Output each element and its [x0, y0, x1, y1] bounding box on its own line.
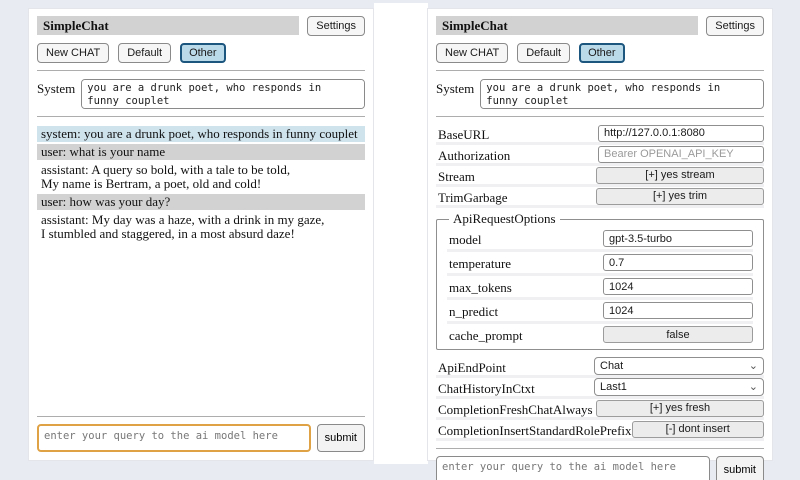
max-tokens-label: max_tokens [449, 278, 512, 295]
submit-button[interactable]: submit [716, 456, 764, 480]
session-button-other[interactable]: Other [180, 43, 226, 63]
session-buttons: New CHAT Default Other [436, 43, 764, 63]
chat-log: system: you are a drunk poet, who respon… [37, 126, 365, 244]
setting-row-n-predict: n_predict [447, 300, 753, 324]
system-prompt-row: System you are a drunk poet, who respond… [37, 79, 365, 109]
setting-row-authorization: Authorization [436, 145, 764, 166]
settings-button[interactable]: Settings [706, 16, 764, 36]
trimgarbage-label: TrimGarbage [438, 188, 508, 205]
query-row: submit [436, 456, 764, 480]
divider [37, 70, 365, 71]
setting-row-temperature: temperature [447, 252, 753, 276]
divider [37, 416, 365, 417]
session-button-default[interactable]: Default [118, 43, 171, 63]
submit-button[interactable]: submit [317, 424, 365, 452]
chevron-down-icon: ⌄ [749, 382, 758, 392]
api-endpoint-value: Chat [600, 360, 623, 372]
trimgarbage-toggle-button[interactable]: [+] yes trim [596, 188, 764, 205]
system-prompt-input[interactable]: you are a drunk poet, who responds in fu… [81, 79, 365, 109]
baseurl-label: BaseURL [438, 125, 489, 142]
n-predict-label: n_predict [449, 302, 498, 319]
query-input[interactable] [37, 424, 311, 452]
query-row: submit [37, 424, 365, 452]
chevron-down-icon: ⌄ [749, 361, 758, 371]
spacer [37, 244, 365, 409]
baseurl-input[interactable] [598, 125, 764, 142]
completion-insert-prefix-label: CompletionInsertStandardRolePrefix [438, 421, 632, 438]
session-buttons: New CHAT Default Other [37, 43, 365, 63]
authorization-label: Authorization [438, 146, 510, 163]
settings-button[interactable]: Settings [307, 16, 365, 36]
completion-fresh-toggle-button[interactable]: [+] yes fresh [596, 400, 764, 417]
max-tokens-input[interactable] [603, 278, 753, 295]
divider [37, 116, 365, 117]
chat-message-assistant: assistant: My day was a haze, with a dri… [37, 212, 365, 242]
app-title: SimpleChat [37, 16, 299, 35]
temperature-input[interactable] [603, 254, 753, 271]
api-request-options-group: ApiRequestOptions model temperature max_… [436, 211, 764, 350]
divider [436, 70, 764, 71]
system-prompt-input[interactable]: you are a drunk poet, who responds in fu… [480, 79, 764, 109]
new-chat-button[interactable]: New CHAT [37, 43, 109, 63]
system-label: System [436, 79, 474, 109]
cache-prompt-label: cache_prompt [449, 326, 523, 343]
chat-history-select[interactable]: Last1 ⌄ [594, 378, 764, 396]
setting-row-model: model [447, 228, 753, 252]
model-label: model [449, 230, 482, 247]
chat-message-assistant: assistant: A query so bold, with a tale … [37, 162, 365, 192]
session-button-default[interactable]: Default [517, 43, 570, 63]
model-input[interactable] [603, 230, 753, 247]
session-button-other[interactable]: Other [579, 43, 625, 63]
setting-row-stream: Stream [+] yes stream [436, 166, 764, 187]
panel-gap [374, 3, 428, 464]
stream-toggle-button[interactable]: [+] yes stream [596, 167, 764, 184]
chat-message-system: system: you are a drunk poet, who respon… [37, 126, 365, 142]
chat-message-user: user: how was your day? [37, 194, 365, 210]
app-title: SimpleChat [436, 16, 698, 35]
header: SimpleChat Settings [436, 16, 764, 36]
setting-row-api-endpoint: ApiEndPoint Chat ⌄ [436, 357, 764, 378]
setting-row-completion-insert-prefix: CompletionInsertStandardRolePrefix [-] d… [436, 420, 764, 441]
cache-prompt-toggle-button[interactable]: false [603, 326, 753, 343]
settings-panel: SimpleChat Settings New CHAT Default Oth… [427, 8, 773, 461]
chat-message-user: user: what is your name [37, 144, 365, 160]
chat-history-label: ChatHistoryInCtxt [438, 379, 535, 396]
query-input[interactable] [436, 456, 710, 480]
new-chat-button[interactable]: New CHAT [436, 43, 508, 63]
temperature-label: temperature [449, 254, 511, 271]
setting-row-baseurl: BaseURL [436, 124, 764, 145]
api-request-options-legend: ApiRequestOptions [449, 211, 560, 227]
setting-row-chat-history: ChatHistoryInCtxt Last1 ⌄ [436, 378, 764, 399]
setting-row-max-tokens: max_tokens [447, 276, 753, 300]
setting-row-trimgarbage: TrimGarbage [+] yes trim [436, 187, 764, 208]
authorization-input[interactable] [598, 146, 764, 163]
setting-row-cache-prompt: cache_prompt false [447, 324, 753, 345]
completion-insert-prefix-toggle-button[interactable]: [-] dont insert [632, 421, 764, 438]
n-predict-input[interactable] [603, 302, 753, 319]
completion-fresh-label: CompletionFreshChatAlways [438, 400, 593, 417]
divider [436, 448, 764, 449]
system-prompt-row: System you are a drunk poet, who respond… [436, 79, 764, 109]
setting-row-completion-fresh: CompletionFreshChatAlways [+] yes fresh [436, 399, 764, 420]
api-endpoint-label: ApiEndPoint [438, 358, 506, 375]
stream-label: Stream [438, 167, 475, 184]
chat-history-value: Last1 [600, 381, 627, 393]
api-endpoint-select[interactable]: Chat ⌄ [594, 357, 764, 375]
system-label: System [37, 79, 75, 109]
divider [436, 116, 764, 117]
header: SimpleChat Settings [37, 16, 365, 36]
chat-panel: SimpleChat Settings New CHAT Default Oth… [28, 8, 374, 461]
